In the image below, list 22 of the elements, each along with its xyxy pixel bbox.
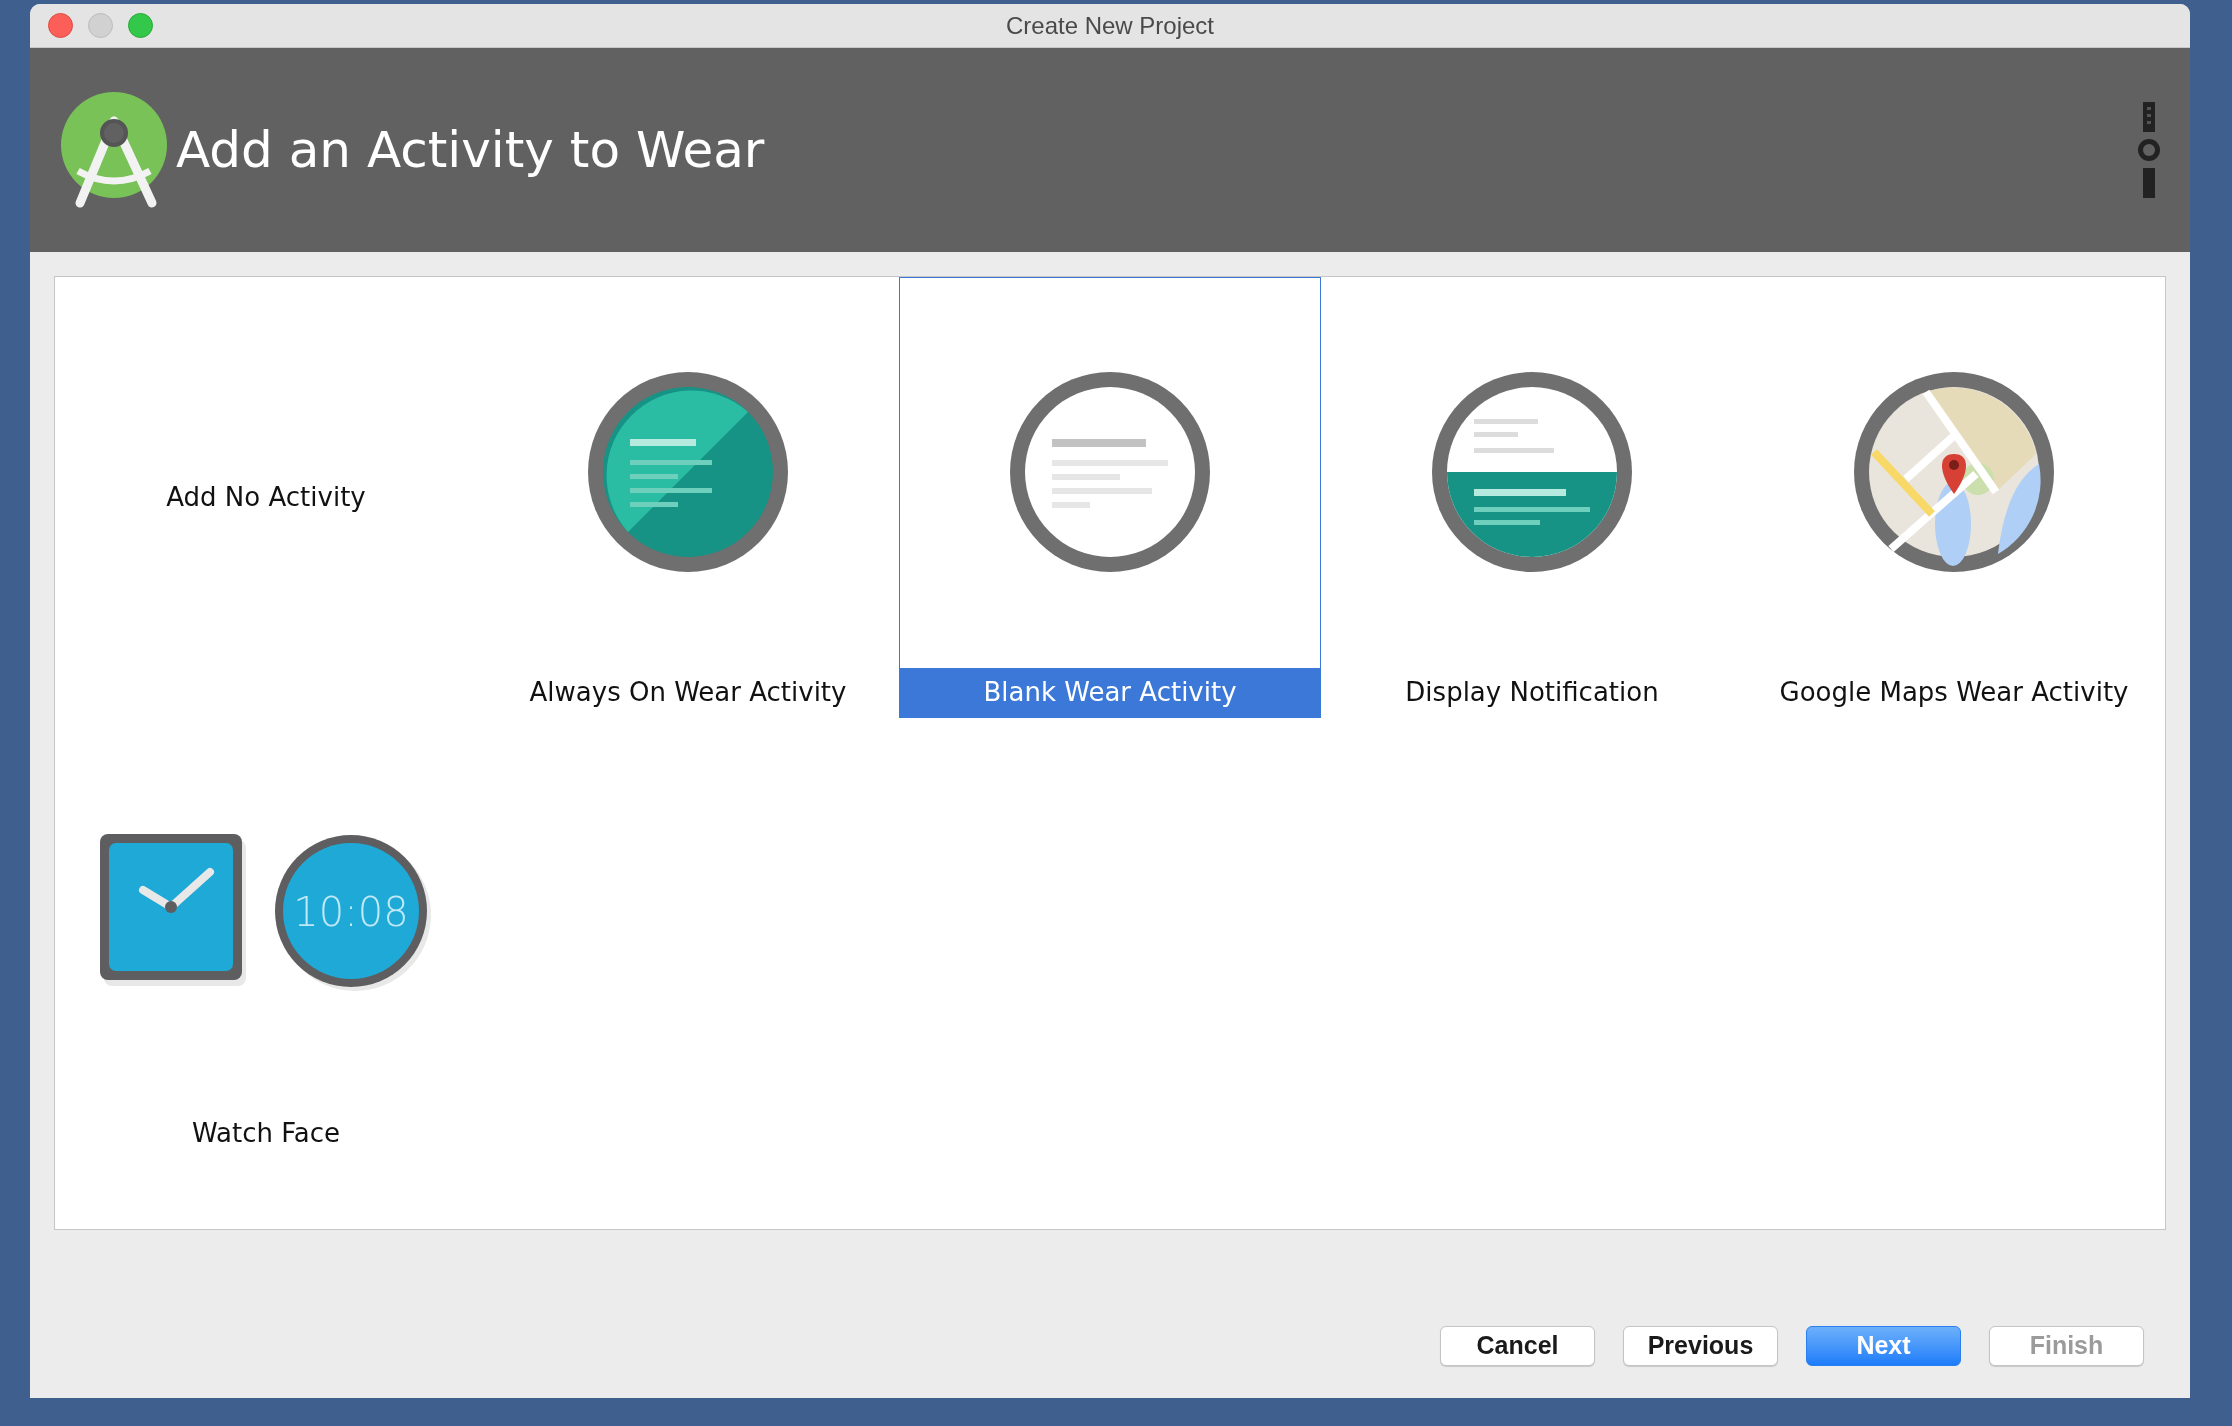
tile-label: Blank Wear Activity [900,668,1320,717]
watch-time: 10:08 [293,889,409,935]
square-watch-face-icon [100,834,246,986]
template-tile[interactable]: 10:08 Watch Face [55,718,477,1159]
watch-icon [2138,102,2160,198]
minimize-button[interactable] [88,13,113,38]
dialog-button[interactable]: Previous [1623,1326,1778,1366]
tile-label: Always On Wear Activity [528,676,848,709]
tile-label: Add No Activity [165,481,367,514]
page-title: Add an Activity to Wear [176,119,765,181]
template-tile[interactable]: Display Notification [1321,277,1743,718]
template-tile[interactable]: Blank Wear Activity [899,277,1321,718]
close-button[interactable] [48,13,73,38]
window-title: Create New Project [1005,10,1215,41]
tile-label: Display Notification [1404,676,1660,709]
template-tile[interactable]: Always On Wear Activity [477,277,899,718]
template-tile[interactable]: Google Maps Wear Activity [1743,277,2165,718]
template-tile[interactable]: Add No Activity [55,277,477,718]
zoom-button[interactable] [128,13,153,38]
tile-label: Google Maps Wear Activity [1778,676,2130,709]
dialog-button[interactable]: Cancel [1440,1326,1595,1366]
tile-label: Watch Face [191,1117,341,1150]
